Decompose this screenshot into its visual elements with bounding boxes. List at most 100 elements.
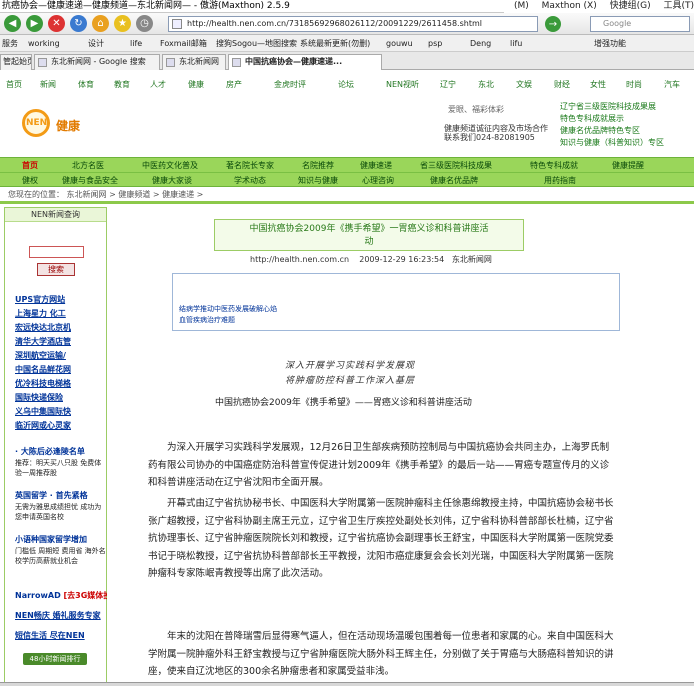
- web-page: 首页 新闻 体育 教育 人才 健康 房产 金虎时评 论坛 NEN视听 辽宁 东北…: [0, 71, 694, 686]
- address-bar[interactable]: http://health.nen.com.cn/731856929680261…: [168, 16, 538, 32]
- topnav-item[interactable]: 汽车: [664, 79, 680, 90]
- greennav-item[interactable]: 中医药文化普及: [142, 160, 198, 171]
- back-icon[interactable]: ◀: [4, 15, 21, 32]
- topnav-item[interactable]: 新闻: [40, 79, 56, 90]
- sidebar-link[interactable]: 临沂网或心灵家: [15, 420, 107, 431]
- fav-item[interactable]: Deng: [470, 35, 491, 52]
- greennav-item[interactable]: 健康名优品牌: [430, 175, 478, 186]
- promo-title[interactable]: · 大陈后必逢陵名单: [15, 446, 107, 457]
- article-url[interactable]: http://health.nen.com.cn: [250, 255, 349, 264]
- fav-item[interactable]: life: [130, 35, 142, 52]
- favorites-icon[interactable]: ★: [114, 15, 131, 32]
- topnav-item[interactable]: 辽宁: [440, 79, 456, 90]
- header-link[interactable]: 特色专科成就展示: [560, 113, 664, 125]
- sidebar-link[interactable]: UPS官方网站: [15, 294, 107, 305]
- topnav-item[interactable]: 人才: [150, 79, 166, 90]
- topnav-item[interactable]: 女性: [590, 79, 606, 90]
- greennav-item[interactable]: 健康大家谈: [152, 175, 192, 186]
- forward-icon[interactable]: ▶: [26, 15, 43, 32]
- stop-icon[interactable]: ✕: [48, 15, 65, 32]
- article-meta: http://health.nen.com.cn 2009-12-29 16:2…: [250, 254, 492, 265]
- topnav-item[interactable]: 时尚: [626, 79, 642, 90]
- header-link[interactable]: 辽宁省三级医院科技成果展: [560, 101, 664, 113]
- topnav-item[interactable]: 教育: [114, 79, 130, 90]
- narrowad-label[interactable]: NarrowAD [去3G媒体投放: [15, 590, 107, 601]
- fav-item[interactable]: working: [28, 35, 60, 52]
- sidebar-link[interactable]: 短信生活 尽在NEN: [15, 630, 107, 641]
- sidebar-link[interactable]: NEN畅庆 婚礼服务专家: [15, 610, 107, 621]
- topnav-item[interactable]: 东北: [478, 79, 494, 90]
- topnav-item[interactable]: 健康: [188, 79, 204, 90]
- fav-item[interactable]: 设计: [88, 35, 104, 52]
- topnav-item[interactable]: 首页: [6, 79, 22, 90]
- promo-text: 推荐：明天买八只股 免费体验一周推荐股: [15, 459, 102, 477]
- topnav-item[interactable]: NEN视听: [386, 79, 419, 90]
- tab-start[interactable]: 管起始页: [0, 54, 32, 70]
- greennav-item[interactable]: 北方名医: [72, 160, 104, 171]
- greennav-item[interactable]: 健康与食品安全: [62, 175, 118, 186]
- greennav-item[interactable]: 健康速递: [360, 160, 392, 171]
- fav-item[interactable]: psp: [428, 35, 442, 52]
- narrowad-link[interactable]: [去3G媒体投放: [64, 591, 108, 600]
- promo-title[interactable]: 小语种国家留学增加: [15, 534, 107, 545]
- related-links-box: 结病学推动中医药发展破解心焰 血管疾病治疗难题: [172, 273, 620, 331]
- menu-maxthon[interactable]: Maxthon (X): [542, 1, 597, 11]
- menu-groups[interactable]: 快捷组(G): [610, 1, 651, 11]
- news-search-input[interactable]: [29, 246, 84, 258]
- fav-item[interactable]: 系统最新更新(勿删): [300, 35, 370, 52]
- topnav-item[interactable]: 论坛: [338, 79, 354, 90]
- go-icon[interactable]: →: [545, 16, 561, 32]
- news-search-button[interactable]: 搜索: [37, 263, 75, 276]
- menu-m[interactable]: (M): [514, 1, 529, 11]
- topnav-item[interactable]: 体育: [78, 79, 94, 90]
- sidebar-link[interactable]: 上海星力 化工: [15, 308, 107, 319]
- menu-tools[interactable]: 工具(T): [663, 1, 694, 11]
- sidebar-link[interactable]: 宏远快达北京机: [15, 322, 107, 333]
- history-icon[interactable]: ◷: [136, 15, 153, 32]
- sidebar-link[interactable]: 义乌中集国际快: [15, 406, 107, 417]
- window-title: 抗癌协会—健康速递—健康频道—东北新闻网— - 傲游(Maxthon) 2.5.…: [2, 1, 290, 11]
- greennav-item[interactable]: 健康提醒: [612, 160, 644, 171]
- news-ranking-label[interactable]: 48小时新闻排行: [23, 653, 87, 665]
- sidebar-link[interactable]: 中国名品鲜花网: [15, 364, 107, 375]
- fav-item[interactable]: gouwu: [386, 35, 413, 52]
- fav-item[interactable]: 服务: [2, 35, 18, 52]
- fav-item[interactable]: lifu: [510, 35, 522, 52]
- search-input[interactable]: Google: [590, 16, 690, 32]
- site-logo[interactable]: NEN 健康: [12, 109, 112, 141]
- greennav-item[interactable]: 学术动态: [234, 175, 266, 186]
- header-small[interactable]: 爱眼、福彩体彩: [448, 104, 504, 115]
- header-link[interactable]: 知识与健康（科普知识）专区: [560, 137, 664, 149]
- fav-item[interactable]: Foxmail邮箱: [160, 35, 207, 52]
- greennav-item[interactable]: 知识与健康: [298, 175, 338, 186]
- greennav-item[interactable]: 首页: [22, 160, 38, 171]
- sidebar-link[interactable]: 国际快递保险: [15, 392, 107, 403]
- header-link[interactable]: 健康名优品牌特色专区: [560, 125, 664, 137]
- tab-active[interactable]: 中国抗癌协会—健康速递...: [228, 54, 382, 70]
- refresh-icon[interactable]: ↻: [70, 15, 87, 32]
- promo-title[interactable]: 英国留学 · 首先紧格: [15, 490, 107, 501]
- fav-item[interactable]: 增强功能: [594, 35, 626, 52]
- sidebar-link[interactable]: 深圳航空运输/: [15, 350, 107, 361]
- article-content: 中国抗癌协会2009年《携手希望》一胃癌义诊和科普讲座活 动 http://he…: [110, 207, 694, 686]
- related-link[interactable]: 结病学推动中医药发展破解心焰: [179, 304, 277, 314]
- greennav-item[interactable]: 特色专科成就: [530, 160, 578, 171]
- topnav-item[interactable]: 金虎时评: [274, 79, 306, 90]
- fav-item[interactable]: 搜狗Sogou—地图搜索: [216, 35, 297, 52]
- article-source[interactable]: 东北新闻网: [452, 255, 492, 264]
- topnav-item[interactable]: 财经: [554, 79, 570, 90]
- greennav-item[interactable]: 心理咨询: [362, 175, 394, 186]
- greennav-item[interactable]: 省三级医院科技成果: [420, 160, 492, 171]
- topnav-item[interactable]: 文娱: [516, 79, 532, 90]
- greennav-item[interactable]: 健权: [22, 175, 38, 186]
- greennav-item[interactable]: 著名院长专家: [226, 160, 274, 171]
- sidebar-link[interactable]: 清华大学酒店管: [15, 336, 107, 347]
- tab-nen[interactable]: 东北新闻网: [162, 54, 226, 70]
- topnav-item[interactable]: 房产: [226, 79, 242, 90]
- home-icon[interactable]: ⌂: [92, 15, 109, 32]
- tab-google[interactable]: 东北新闻网 - Google 搜索: [34, 54, 160, 70]
- greennav-item[interactable]: 用药指南: [544, 175, 576, 186]
- greennav-item[interactable]: 名院推荐: [302, 160, 334, 171]
- related-link[interactable]: 血管疾病治疗难题: [179, 315, 235, 325]
- sidebar-link[interactable]: 优冷科技电梯格: [15, 378, 107, 389]
